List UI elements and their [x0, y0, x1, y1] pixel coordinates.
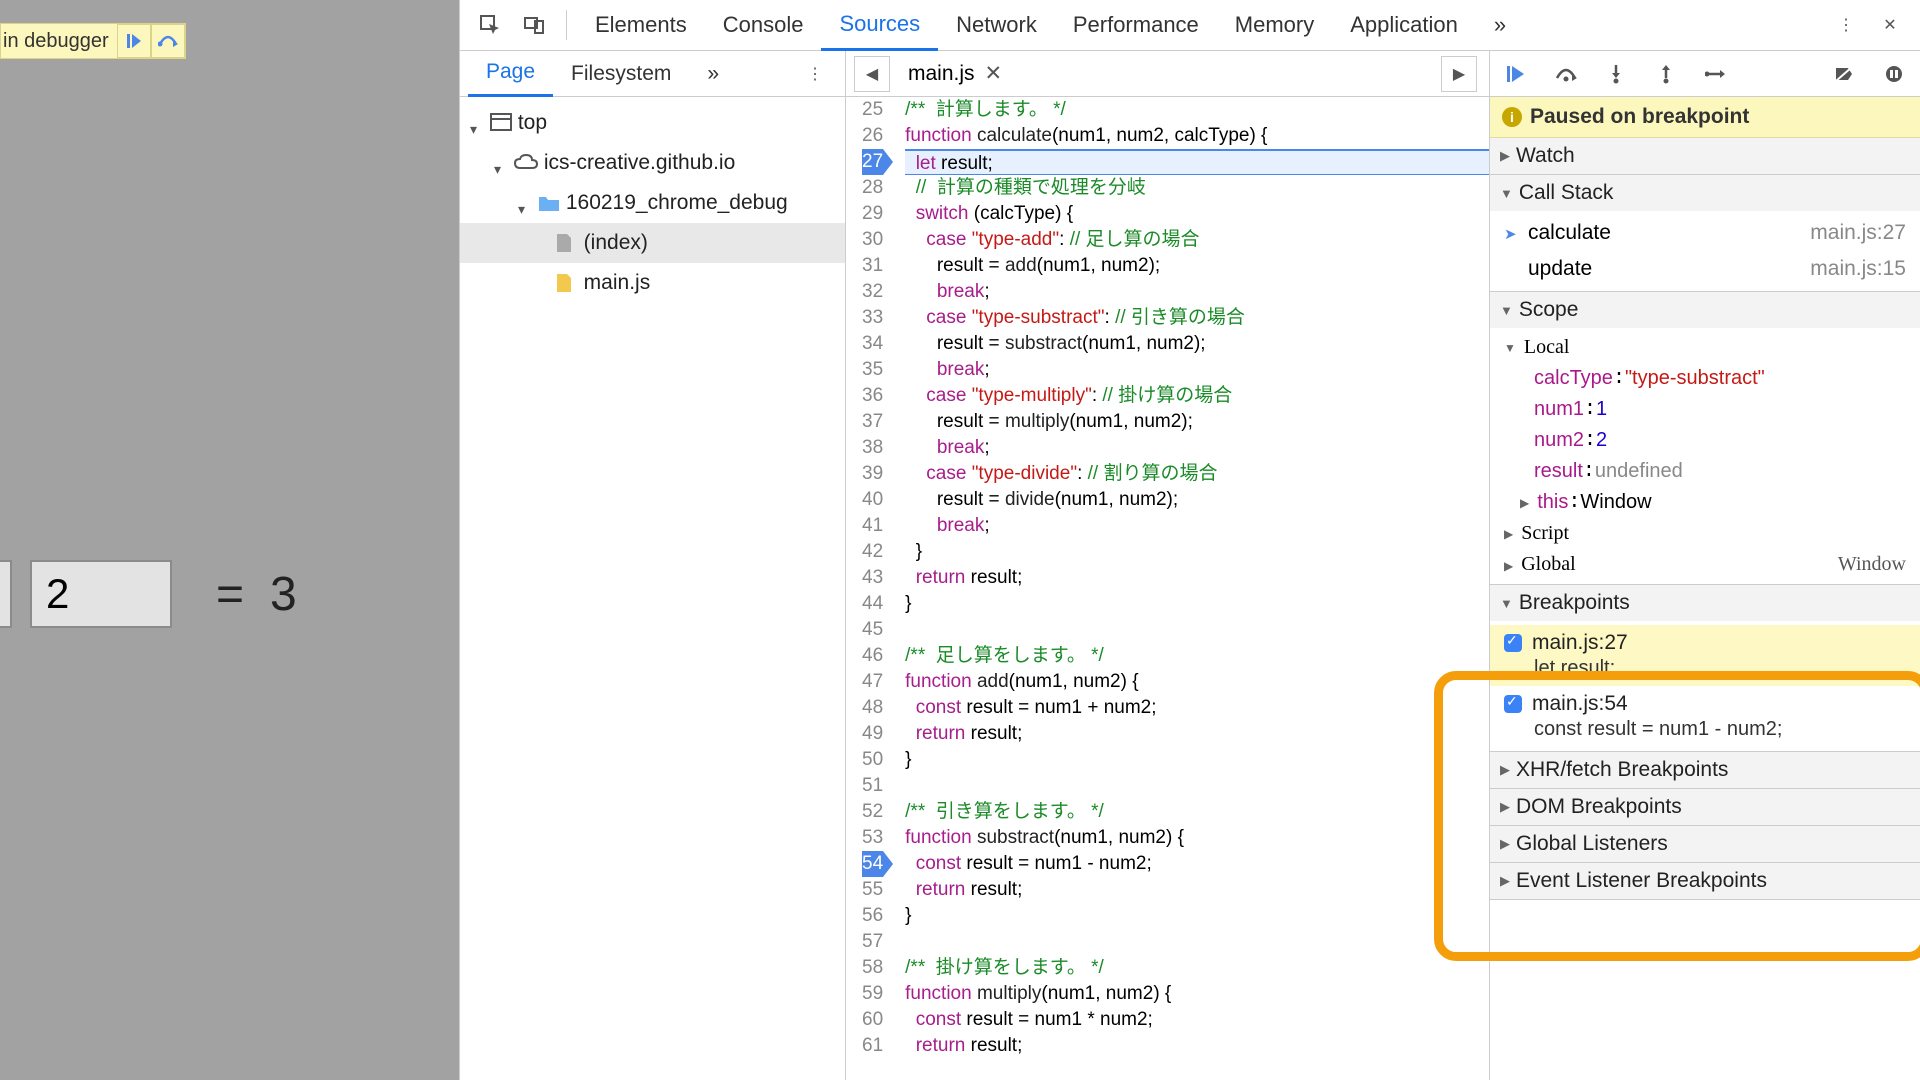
info-icon: i	[1502, 107, 1522, 127]
page-content: in debugger = 3	[0, 0, 459, 1080]
resume-icon[interactable]	[1498, 59, 1534, 89]
device-icon[interactable]	[516, 7, 552, 43]
tab-memory[interactable]: Memory	[1217, 0, 1332, 51]
scope-script[interactable]: ▶Script	[1490, 518, 1920, 549]
overlay-resume-button[interactable]	[117, 24, 151, 58]
scope-header[interactable]: ▼Scope	[1490, 292, 1920, 328]
scope-var[interactable]: calcType: "type-substract"	[1490, 363, 1920, 394]
tab-network[interactable]: Network	[938, 0, 1055, 51]
step-icon[interactable]	[1698, 59, 1734, 89]
watch-header[interactable]: ▶Watch	[1490, 138, 1920, 174]
number-input-2[interactable]	[30, 560, 172, 628]
step-over-icon[interactable]	[1548, 59, 1584, 89]
debugger-overlay: in debugger	[0, 23, 186, 59]
nav-kebab-icon[interactable]: ⋮	[797, 56, 833, 92]
devtools-tabbar: ElementsConsoleSourcesNetworkPerformance…	[460, 0, 1920, 51]
tree-mainjs[interactable]: main.js	[460, 263, 845, 303]
navigator-pane: PageFilesystem » ⋮ top ics-creative.gith…	[460, 51, 846, 1080]
debugger-pane: iPaused on breakpoint ▶Watch ▼Call Stack…	[1490, 51, 1920, 1080]
window-icon	[490, 113, 512, 133]
checkbox-icon[interactable]	[1504, 634, 1522, 652]
result-value: 3	[270, 567, 297, 622]
callstack-frame[interactable]: updatemain.js:15	[1514, 251, 1920, 287]
input-partial	[0, 560, 12, 628]
tab-elements[interactable]: Elements	[577, 0, 705, 51]
close-icon[interactable]: ✕	[1872, 7, 1908, 43]
nav-tab-page[interactable]: Page	[468, 51, 553, 97]
checkbox-icon[interactable]	[1504, 695, 1522, 713]
global-listeners-header[interactable]: ▶Global Listeners	[1490, 826, 1920, 862]
cloud-icon	[514, 154, 538, 172]
pause-exceptions-icon[interactable]	[1876, 59, 1912, 89]
editor-tab-mainjs[interactable]: main.js✕	[894, 51, 1016, 97]
callstack-frame[interactable]: calculatemain.js:27	[1514, 215, 1920, 251]
tree-top[interactable]: top	[460, 103, 845, 143]
calculator-display: = 3	[0, 560, 297, 628]
tab-sources[interactable]: Sources	[821, 0, 938, 51]
deactivate-breakpoints-icon[interactable]	[1826, 59, 1862, 89]
nav-more-icon[interactable]: »	[689, 51, 737, 97]
breakpoint-item[interactable]: main.js:54const result = num1 - num2;	[1490, 686, 1920, 747]
inspect-icon[interactable]	[472, 7, 508, 43]
kebab-icon[interactable]: ⋮	[1828, 7, 1864, 43]
tree-index[interactable]: (index)	[460, 223, 845, 263]
show-navigator-icon[interactable]: ◀	[854, 56, 890, 92]
breakpoints-header[interactable]: ▼Breakpoints	[1490, 585, 1920, 621]
scope-var[interactable]: result: undefined	[1490, 456, 1920, 487]
editor-pane: ◀ main.js✕ ▶ 252627282930313233343536373…	[846, 51, 1490, 1080]
event-listener-bp-header[interactable]: ▶Event Listener Breakpoints	[1490, 863, 1920, 899]
show-debugger-icon[interactable]: ▶	[1441, 56, 1477, 92]
overlay-step-button[interactable]	[151, 24, 185, 58]
scope-global[interactable]: ▶GlobalWindow	[1490, 549, 1920, 580]
step-out-icon[interactable]	[1648, 59, 1684, 89]
code-editor[interactable]: 2526272829303132333435363738394041424344…	[846, 97, 1489, 1080]
tree-folder[interactable]: 160219_chrome_debug	[460, 183, 845, 223]
step-into-icon[interactable]	[1598, 59, 1634, 89]
devtools-panel: ElementsConsoleSourcesNetworkPerformance…	[459, 0, 1920, 1080]
folder-icon	[538, 194, 560, 212]
xhr-bp-header[interactable]: ▶XHR/fetch Breakpoints	[1490, 752, 1920, 788]
tab-console[interactable]: Console	[705, 0, 822, 51]
equals-sign: =	[216, 567, 244, 622]
tab-performance[interactable]: Performance	[1055, 0, 1217, 51]
dom-bp-header[interactable]: ▶DOM Breakpoints	[1490, 789, 1920, 825]
file-tree: top ics-creative.github.io 160219_chrome…	[460, 97, 845, 1080]
pause-banner: iPaused on breakpoint	[1490, 97, 1920, 138]
more-tabs-icon[interactable]: »	[1476, 0, 1524, 51]
nav-tab-filesystem[interactable]: Filesystem	[553, 51, 689, 97]
scope-var[interactable]: num1: 1	[1490, 394, 1920, 425]
scope-this[interactable]: ▶this: Window	[1490, 487, 1920, 518]
debug-toolbar	[1490, 51, 1920, 97]
scope-local[interactable]: ▼Local	[1490, 332, 1920, 363]
close-tab-icon[interactable]: ✕	[985, 61, 1003, 86]
debugger-label: in debugger	[1, 30, 117, 53]
tab-application[interactable]: Application	[1332, 0, 1476, 51]
callstack-header[interactable]: ▼Call Stack	[1490, 175, 1920, 211]
js-file-icon	[556, 273, 572, 293]
scope-var[interactable]: num2: 2	[1490, 425, 1920, 456]
file-icon	[556, 233, 572, 253]
tree-domain[interactable]: ics-creative.github.io	[460, 143, 845, 183]
breakpoint-item[interactable]: main.js:27let result;	[1490, 625, 1920, 686]
